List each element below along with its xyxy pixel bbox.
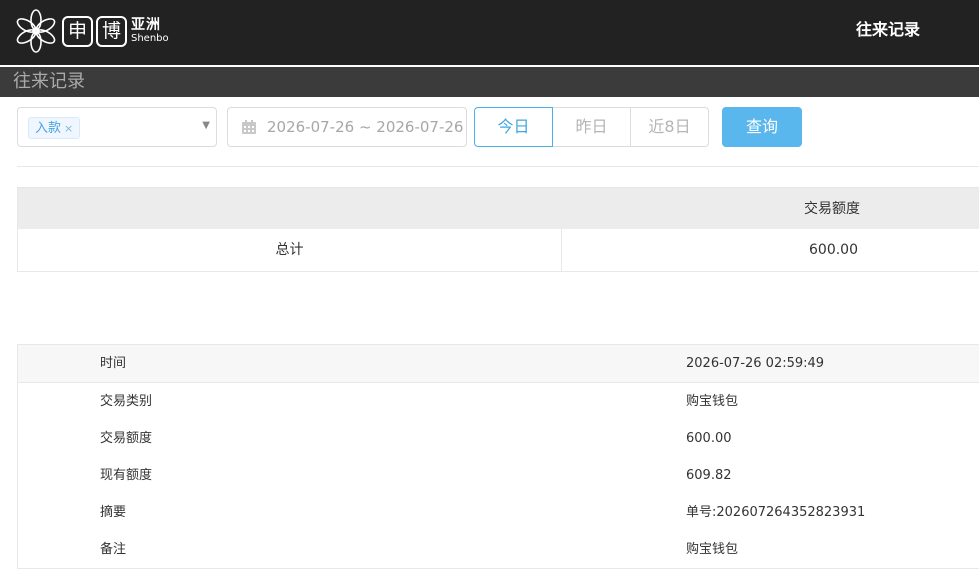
today-button[interactable]: 今日 bbox=[474, 107, 553, 147]
detail-row: 现有额度 609.82 bbox=[18, 457, 979, 494]
detail-row: 摘要 单号:202607264352823931 bbox=[18, 494, 979, 531]
summary-table: 交易额度 总计 600.00 bbox=[17, 187, 979, 272]
summary-column-header: 交易额度 bbox=[804, 201, 860, 217]
detail-label: 交易类别 bbox=[100, 394, 153, 409]
summary-total-label: 总计 bbox=[18, 229, 562, 271]
summary-total-row: 总计 600.00 bbox=[18, 229, 979, 272]
detail-value: 600.00 bbox=[686, 431, 732, 446]
page-title: 往来记录 bbox=[13, 71, 85, 92]
summary-header-row: 交易额度 bbox=[18, 187, 979, 229]
query-button[interactable]: 查询 bbox=[722, 107, 802, 147]
detail-value: 609.82 bbox=[686, 468, 732, 483]
logo-cn-text: 亚洲 bbox=[131, 17, 161, 33]
summary-total-value: 600.00 bbox=[809, 242, 858, 258]
logo-char-box: 申 bbox=[62, 15, 93, 47]
detail-row: 备注 购宝钱包 bbox=[18, 531, 979, 568]
detail-label: 时间 bbox=[100, 356, 127, 371]
yesterday-button[interactable]: 昨日 bbox=[552, 107, 631, 147]
quick-range-group: 今日 昨日 近8日 bbox=[474, 107, 709, 147]
last-8-days-button[interactable]: 近8日 bbox=[630, 107, 709, 147]
transaction-detail: 时间 2026-07-26 02:59:49 交易类别 购宝钱包 交易额度 60… bbox=[17, 344, 979, 569]
calendar-icon bbox=[242, 120, 256, 134]
flower-logo-icon bbox=[16, 9, 56, 53]
logo-text: 亚洲 Shenbo bbox=[131, 17, 169, 45]
logo-char-box: 博 bbox=[96, 15, 127, 47]
type-tag: 入款 × bbox=[28, 117, 81, 139]
divider bbox=[17, 166, 979, 167]
transaction-type-select[interactable]: 入款 × ▼ bbox=[17, 107, 217, 147]
sub-header: 往来记录 bbox=[0, 67, 979, 97]
detail-row: 交易额度 600.00 bbox=[18, 420, 979, 457]
detail-row: 时间 2026-07-26 02:59:49 bbox=[18, 345, 979, 383]
date-range-picker[interactable]: 2026-07-26 ~ 2026-07-26 bbox=[227, 107, 467, 147]
detail-label: 摘要 bbox=[100, 505, 127, 520]
detail-label: 现有额度 bbox=[100, 468, 153, 483]
detail-label: 交易额度 bbox=[100, 431, 153, 446]
detail-value: 购宝钱包 bbox=[686, 542, 739, 557]
top-navbar: 申 博 亚洲 Shenbo 往来记录 bbox=[0, 0, 979, 65]
header-title: 往来记录 bbox=[856, 20, 921, 39]
logo[interactable]: 申 博 亚洲 Shenbo bbox=[12, 6, 169, 56]
logo-en-text: Shenbo bbox=[131, 33, 169, 44]
tag-close-icon[interactable]: × bbox=[64, 122, 73, 135]
dropdown-arrow-icon[interactable]: ▼ bbox=[202, 120, 210, 131]
type-tag-label: 入款 bbox=[35, 121, 62, 136]
date-range-text: 2026-07-26 ~ 2026-07-26 bbox=[267, 118, 464, 136]
detail-value: 2026-07-26 02:59:49 bbox=[686, 356, 825, 371]
detail-row: 交易类别 购宝钱包 bbox=[18, 383, 979, 420]
detail-value: 购宝钱包 bbox=[686, 394, 739, 409]
detail-label: 备注 bbox=[100, 542, 127, 557]
detail-value: 单号:202607264352823931 bbox=[686, 505, 866, 520]
